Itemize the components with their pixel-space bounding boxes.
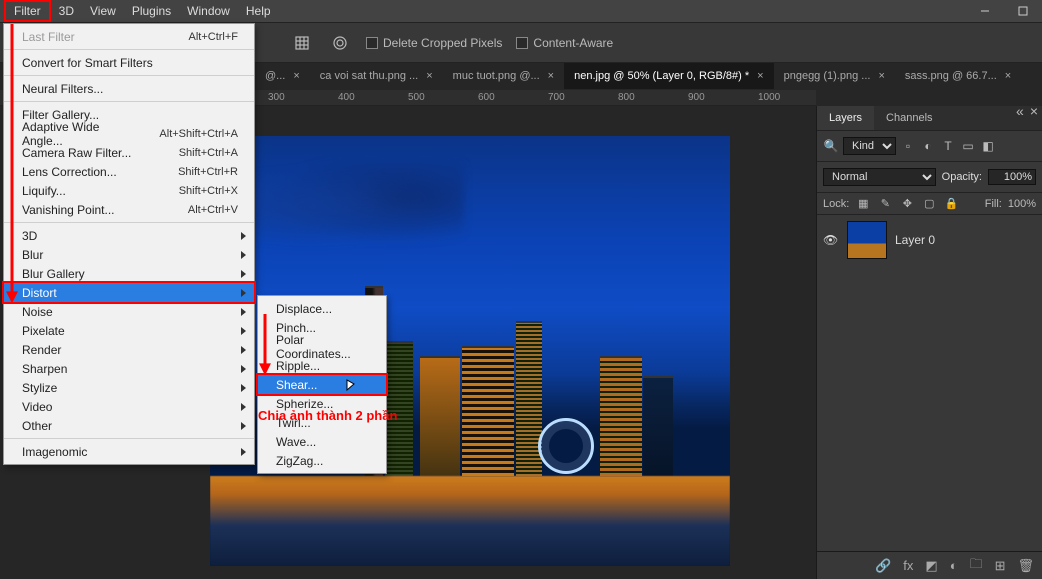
type-filter-icon[interactable]: T: [940, 138, 956, 154]
lock-all-icon[interactable]: 🔒: [943, 197, 959, 210]
menu-window[interactable]: Window: [179, 0, 238, 22]
menu-sharpen[interactable]: Sharpen: [4, 359, 254, 378]
menu-polar[interactable]: Polar Coordinates...: [258, 337, 386, 356]
annotation-text: Chia ảnh thành 2 phần: [258, 408, 397, 423]
menu-vanishing-point[interactable]: Vanishing Point...Alt+Ctrl+V: [4, 200, 254, 219]
menu-other[interactable]: Other: [4, 416, 254, 435]
smart-filter-icon[interactable]: ◧: [980, 138, 996, 154]
layer-row[interactable]: 👁 Layer 0: [817, 215, 1042, 265]
annotation-arrow-1: [4, 24, 20, 304]
adjustment-filter-icon[interactable]: ◐: [920, 138, 936, 154]
filter-kind-select[interactable]: Kind: [843, 137, 896, 155]
menu-blur-gallery[interactable]: Blur Gallery: [4, 264, 254, 283]
distort-submenu: Displace... Pinch... Polar Coordinates..…: [257, 295, 387, 474]
panel-tabs: Layers Channels: [817, 106, 1042, 131]
menu-noise[interactable]: Noise: [4, 302, 254, 321]
menu-bar: Filter 3D View Plugins Window Help: [0, 0, 1042, 23]
tab-1[interactable]: @...×: [255, 63, 310, 89]
close-icon[interactable]: ×: [1005, 70, 1011, 82]
menu-filter[interactable]: Filter: [4, 0, 51, 22]
fill-label: Fill:: [985, 198, 1002, 210]
minimize-button[interactable]: [966, 0, 1004, 22]
menu-lens-correction[interactable]: Lens Correction...Shift+Ctrl+R: [4, 162, 254, 181]
document-tabs: @...× ca voi sat thu.png ...× muc tuot.p…: [255, 63, 1021, 89]
menu-help[interactable]: Help: [238, 0, 279, 22]
fx-icon[interactable]: fx: [903, 558, 913, 573]
menu-plugins[interactable]: Plugins: [124, 0, 179, 22]
grid-icon[interactable]: [290, 31, 314, 55]
new-layer-icon[interactable]: ⊞: [995, 558, 1006, 574]
pixel-filter-icon[interactable]: ▫: [900, 138, 916, 154]
adjustment-icon[interactable]: ◐: [950, 558, 958, 573]
menu-render[interactable]: Render: [4, 340, 254, 359]
menu-pixelate[interactable]: Pixelate: [4, 321, 254, 340]
menu-view[interactable]: View: [82, 0, 124, 22]
window-controls: [966, 0, 1042, 22]
close-icon[interactable]: ×: [757, 70, 763, 82]
tab-channels[interactable]: Channels: [874, 106, 944, 130]
menu-convert-smart[interactable]: Convert for Smart Filters: [4, 53, 254, 72]
menu-ripple[interactable]: Ripple...: [258, 356, 386, 375]
close-icon[interactable]: ×: [878, 70, 884, 82]
menu-imagenomic[interactable]: Imagenomic: [4, 442, 254, 461]
content-aware-label: Content-Aware: [533, 36, 613, 50]
content-aware-checkbox[interactable]: Content-Aware: [516, 36, 613, 50]
gear-icon[interactable]: [328, 31, 352, 55]
search-icon[interactable]: 🔍: [823, 138, 839, 154]
menu-liquify[interactable]: Liquify...Shift+Ctrl+X: [4, 181, 254, 200]
menu-shear[interactable]: Shear...: [258, 375, 386, 394]
tab-3[interactable]: muc tuot.png @...×: [443, 63, 564, 89]
delete-cropped-label: Delete Cropped Pixels: [383, 36, 502, 50]
menu-neural-filters[interactable]: Neural Filters...: [4, 79, 254, 98]
close-icon[interactable]: ×: [293, 70, 299, 82]
layer-thumbnail[interactable]: [847, 221, 887, 259]
tab-layers[interactable]: Layers: [817, 106, 874, 130]
tab-6[interactable]: sass.png @ 66.7...×: [895, 63, 1021, 89]
filter-dropdown: Last FilterAlt+Ctrl+F Convert for Smart …: [3, 23, 255, 465]
delete-cropped-checkbox[interactable]: Delete Cropped Pixels: [366, 36, 502, 50]
trash-icon[interactable]: 🗑: [1017, 558, 1034, 574]
menu-3d-sub[interactable]: 3D: [4, 226, 254, 245]
lock-move-icon[interactable]: ✥: [899, 197, 915, 210]
lock-label: Lock:: [823, 198, 849, 210]
menu-wave[interactable]: Wave...: [258, 432, 386, 451]
layers-panel: « × Layers Channels 🔍 Kind ▫ ◐ T ▭ ◧ Nor…: [816, 106, 1042, 579]
menu-stylize[interactable]: Stylize: [4, 378, 254, 397]
menu-displace[interactable]: Displace...: [258, 299, 386, 318]
fill-value[interactable]: 100%: [1008, 198, 1036, 210]
menu-zigzag[interactable]: ZigZag...: [258, 451, 386, 470]
annotation-arrow-2: [258, 314, 272, 376]
blend-mode-select[interactable]: Normal: [823, 168, 936, 186]
lock-artboard-icon[interactable]: ▢: [921, 197, 937, 210]
close-icon[interactable]: ×: [548, 70, 554, 82]
opacity-label: Opacity:: [942, 171, 982, 183]
menu-video[interactable]: Video: [4, 397, 254, 416]
lock-transparent-icon[interactable]: ▦: [855, 197, 871, 210]
maximize-button[interactable]: [1004, 0, 1042, 22]
menu-camera-raw[interactable]: Camera Raw Filter...Shift+Ctrl+A: [4, 143, 254, 162]
mask-icon[interactable]: ◩: [925, 558, 937, 574]
tab-2[interactable]: ca voi sat thu.png ...×: [310, 63, 443, 89]
shape-filter-icon[interactable]: ▭: [960, 138, 976, 154]
tab-4[interactable]: nen.jpg @ 50% (Layer 0, RGB/8#) *×: [564, 63, 773, 89]
tab-5[interactable]: pngegg (1).png ...×: [774, 63, 895, 89]
lock-brush-icon[interactable]: ✎: [877, 197, 893, 210]
layer-name[interactable]: Layer 0: [895, 233, 935, 247]
menu-blur[interactable]: Blur: [4, 245, 254, 264]
link-icon[interactable]: 🔗: [875, 558, 891, 574]
menu-3d[interactable]: 3D: [51, 0, 82, 22]
panel-controls: « ×: [1016, 103, 1038, 119]
menu-last-filter: Last FilterAlt+Ctrl+F: [4, 27, 254, 46]
menu-distort[interactable]: Distort: [4, 283, 254, 302]
visibility-icon[interactable]: 👁: [823, 233, 839, 247]
menu-adaptive-wide[interactable]: Adaptive Wide Angle...Alt+Shift+Ctrl+A: [4, 124, 254, 143]
close-icon[interactable]: ×: [426, 70, 432, 82]
opacity-value[interactable]: 100%: [988, 169, 1036, 185]
group-icon[interactable]: 🗀: [970, 555, 983, 577]
collapse-icon[interactable]: «: [1016, 103, 1024, 119]
layers-footer: 🔗 fx ◩ ◐ 🗀 ⊞ 🗑: [817, 551, 1042, 579]
close-panel-icon[interactable]: ×: [1030, 103, 1038, 119]
